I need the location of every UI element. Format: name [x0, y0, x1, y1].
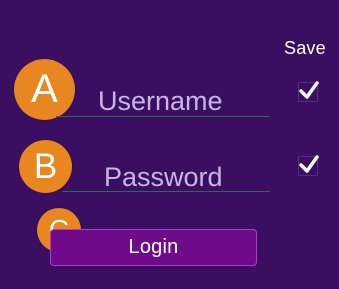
password-placeholder: Password [104, 162, 223, 192]
save-column-label: Save [284, 38, 326, 58]
username-placeholder: Username [98, 86, 223, 116]
checkmark-icon [299, 81, 319, 99]
checkmark-icon [299, 155, 319, 173]
login-button[interactable]: Login [50, 229, 257, 266]
username-field[interactable]: Username [56, 82, 270, 117]
save-username-checkbox[interactable] [298, 81, 319, 102]
save-password-checkbox[interactable] [298, 155, 319, 176]
password-field[interactable]: Password [62, 156, 270, 192]
